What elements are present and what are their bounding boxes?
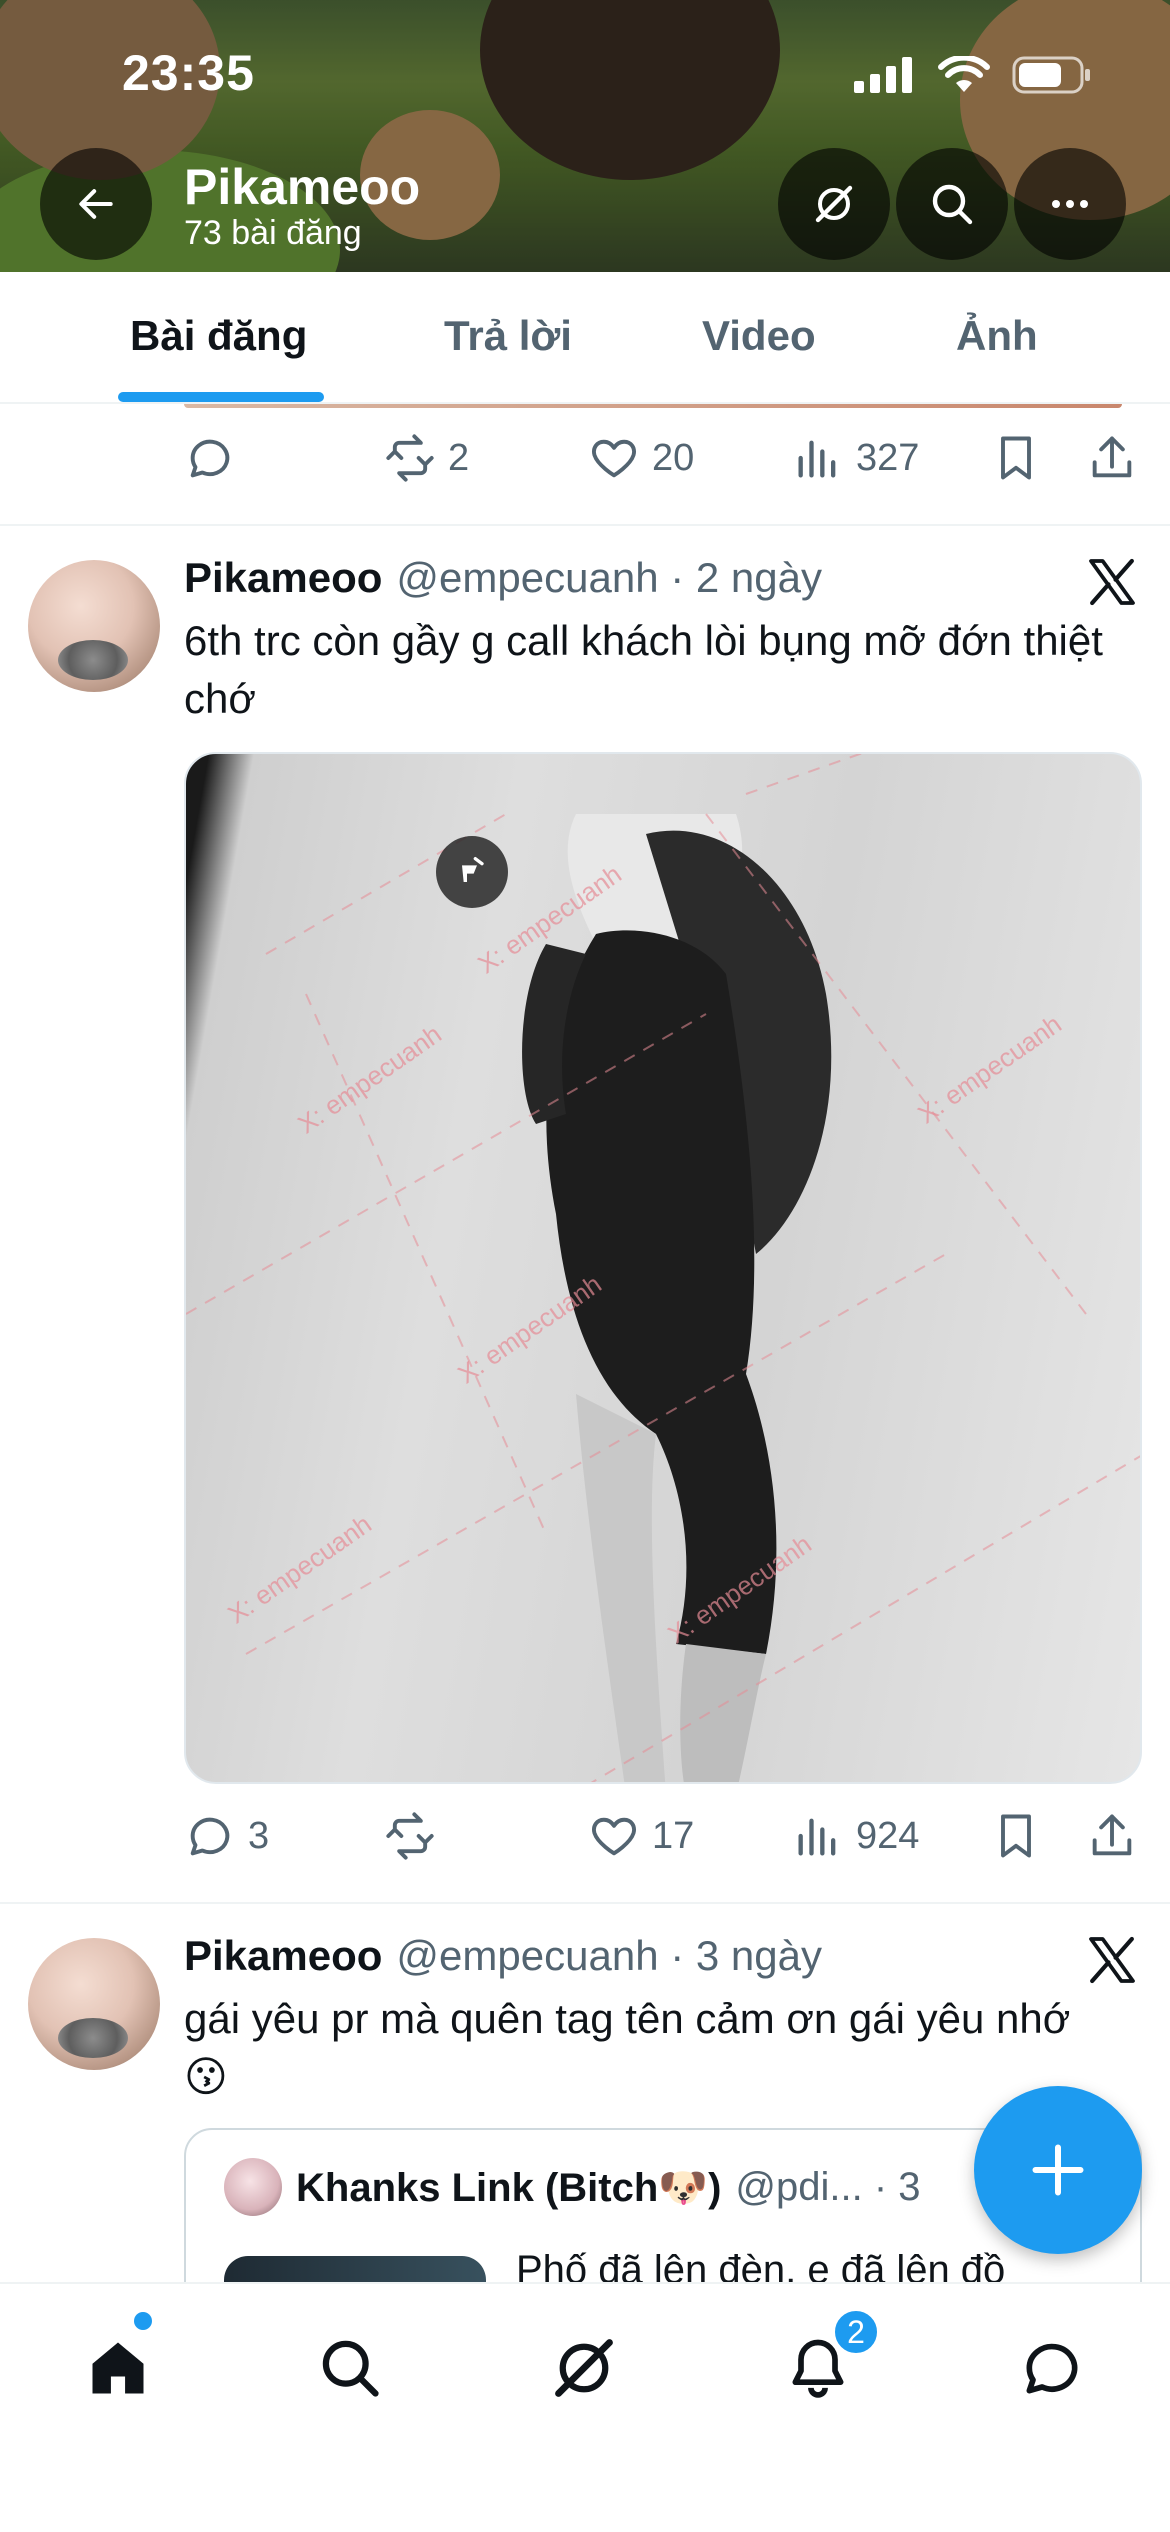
- tab-replies[interactable]: Trả lời: [444, 312, 572, 360]
- post-divider: [0, 524, 1170, 526]
- repost-count: 2: [448, 436, 470, 479]
- view-count: 327: [856, 436, 920, 479]
- avatar-cat: [58, 2018, 128, 2058]
- post-author-meta: @empecuanh · 2 ngày: [396, 554, 822, 601]
- reply-count: 3: [248, 1814, 270, 1857]
- like-button[interactable]: 17: [588, 1796, 694, 1876]
- sensitive-content-badge: [436, 836, 508, 908]
- post-divider: [0, 1902, 1170, 1904]
- quote-header: Khanks Link (Bitch🐶) @pdi... · 3: [224, 2158, 921, 2216]
- battery-icon: [1012, 56, 1090, 94]
- post-text: 6th trc còn gầy g call khách lòi bụng mỡ…: [184, 617, 1103, 722]
- bookmark-icon: [1001, 436, 1031, 480]
- search-icon: [322, 2340, 379, 2397]
- avatar[interactable]: [28, 1938, 160, 2070]
- post-photo[interactable]: X: empecuanh X: empecuanh X: empecuanh X…: [184, 752, 1142, 1784]
- more-icon: [1052, 200, 1088, 208]
- chat-icon: [1026, 2343, 1078, 2394]
- x-logo-icon: [1089, 558, 1135, 606]
- home-icon: [92, 2342, 144, 2394]
- unread-dot: [134, 2312, 152, 2330]
- post1-action-bar: 3 17 924: [0, 1796, 1170, 1876]
- post-author-name[interactable]: Pikameoo: [184, 1932, 382, 1980]
- views-button[interactable]: 327: [792, 418, 919, 498]
- bottom-navigation: 2: [0, 2282, 1170, 2532]
- grok-icon: [555, 2339, 613, 2397]
- share-icon: [1092, 1814, 1132, 1856]
- tab-photos[interactable]: Ảnh: [956, 312, 1038, 360]
- reply-icon: [190, 439, 230, 478]
- repost-button[interactable]: 2: [384, 418, 469, 498]
- repost-icon: [386, 434, 434, 482]
- quote-author-name: Khanks Link (Bitch🐶): [296, 2165, 722, 2210]
- bookmark-button[interactable]: [990, 1796, 1042, 1876]
- x-logo-icon: [1089, 1936, 1135, 1984]
- status-icons: [854, 56, 1092, 94]
- quote-avatar: [224, 2158, 282, 2216]
- post-header: Pikameoo @empecuanh · 2 ngày: [184, 554, 822, 602]
- back-button[interactable]: [40, 148, 152, 260]
- profile-header-banner: 23:35 Pikameoo 73 bài đăng: [0, 0, 1170, 272]
- share-button[interactable]: [1086, 1796, 1138, 1876]
- nav-grok[interactable]: [536, 2320, 632, 2416]
- share-button[interactable]: [1086, 418, 1138, 498]
- nav-search[interactable]: [302, 2320, 398, 2416]
- arrow-left-icon: [79, 189, 113, 219]
- tab-video[interactable]: Video: [702, 312, 816, 360]
- views-icon: [798, 1818, 836, 1856]
- search-icon: [932, 184, 973, 225]
- notification-badge: 2: [832, 2308, 880, 2356]
- previous-post-image-edge: [184, 404, 1122, 408]
- nav-messages[interactable]: [1004, 2320, 1100, 2416]
- active-tab-indicator: [118, 392, 324, 402]
- quote-author-meta: @pdi... · 3: [735, 2164, 921, 2209]
- like-count: 20: [652, 436, 695, 479]
- like-button[interactable]: 20: [588, 418, 694, 498]
- avatar[interactable]: [28, 560, 160, 692]
- signal-icon: [854, 57, 912, 93]
- watermark-lines: [186, 754, 1140, 1782]
- search-button[interactable]: [896, 148, 1008, 260]
- post-author-meta: @empecuanh · 3 ngày: [396, 1932, 822, 1979]
- bookmark-button[interactable]: [990, 418, 1042, 498]
- post-header: Pikameoo @empecuanh · 3 ngày: [184, 1932, 822, 1980]
- post-author-name[interactable]: Pikameoo: [184, 554, 382, 602]
- views-icon: [798, 440, 836, 478]
- share-icon: [1092, 436, 1132, 478]
- avatar-cat: [58, 640, 128, 680]
- nav-home[interactable]: [70, 2320, 166, 2416]
- profile-tabs: Bài đăng Trả lời Video Ảnh: [0, 272, 1170, 404]
- bookmark-icon: [1001, 1814, 1031, 1858]
- heart-icon: [592, 1817, 636, 1856]
- reply-icon: [190, 1817, 230, 1856]
- repost-button[interactable]: [384, 1796, 448, 1876]
- view-count: 924: [856, 1814, 920, 1857]
- profile-name: Pikameoo: [184, 159, 421, 215]
- wifi-icon: [938, 56, 990, 92]
- eye-slash-icon: [462, 857, 484, 882]
- heart-icon: [592, 439, 636, 478]
- more-button[interactable]: [1014, 148, 1126, 260]
- reply-button[interactable]: 3: [184, 1796, 269, 1876]
- views-button[interactable]: 924: [792, 1796, 919, 1876]
- post-text: gái yêu pr mà quên tag tên cảm ơn gái yê…: [184, 1995, 1071, 2100]
- status-time: 23:35: [122, 45, 255, 101]
- plus-icon: [1032, 2144, 1084, 2196]
- grok-button[interactable]: [778, 148, 890, 260]
- repost-icon: [386, 1812, 434, 1860]
- grok-icon: [815, 185, 853, 223]
- post0-action-bar: 2 20 327: [0, 418, 1170, 498]
- post-count: 73 bài đăng: [184, 214, 362, 252]
- reply-button[interactable]: [184, 418, 248, 498]
- tab-posts[interactable]: Bài đăng: [130, 312, 307, 360]
- like-count: 17: [652, 1814, 695, 1857]
- compose-button[interactable]: [974, 2086, 1142, 2254]
